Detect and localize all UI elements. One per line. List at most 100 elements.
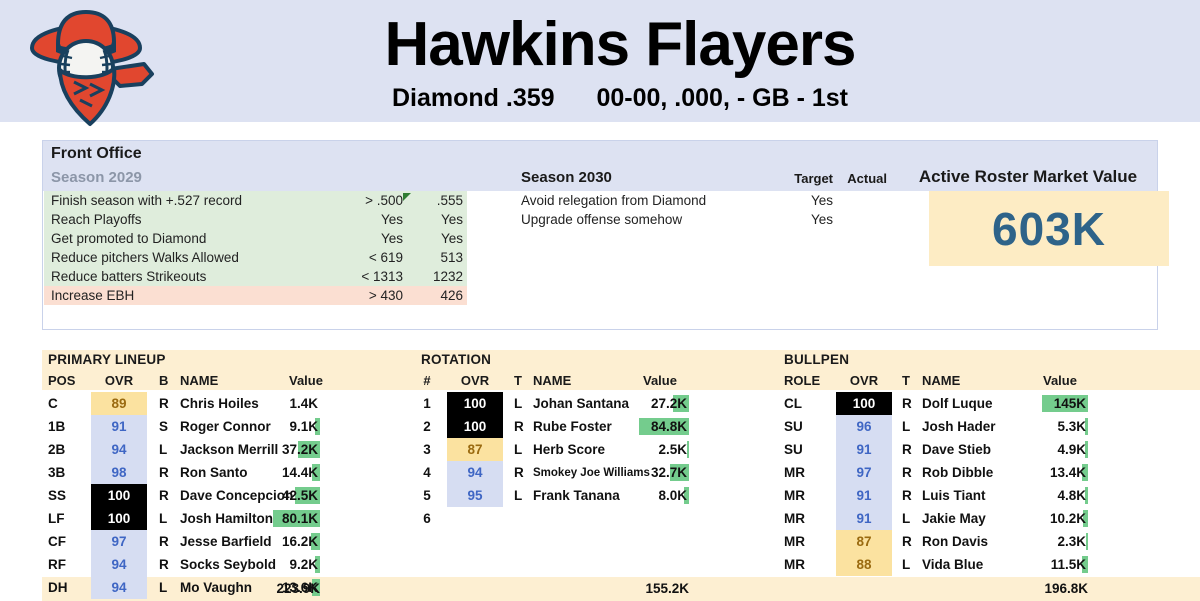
market-value-cell: 16.2K: [254, 530, 320, 553]
goal-label: Avoid relegation from Diamond: [521, 193, 707, 208]
market-value-cell: 10.2K: [1022, 507, 1088, 530]
handedness: L: [159, 442, 168, 457]
bullpen-role: CL: [784, 396, 802, 411]
market-value-amount: 603K: [992, 202, 1106, 255]
bullpen-role: MR: [784, 534, 805, 549]
value-text: 27.2K: [650, 396, 687, 411]
goal-label: Reach Playoffs: [51, 212, 142, 227]
overall-rating-badge: 95: [447, 484, 503, 507]
handedness: L: [159, 511, 168, 526]
handedness: L: [159, 580, 168, 595]
market-value-cell: 27.2K: [623, 392, 689, 415]
handedness: L: [902, 557, 911, 572]
market-value-cell: 84.8K: [623, 415, 689, 438]
season-2030-label: Season 2030: [521, 169, 612, 186]
overall-rating-badge: 88: [836, 553, 892, 576]
player-name[interactable]: Herb Score: [533, 442, 605, 457]
player-name[interactable]: Ron Santo: [180, 465, 248, 480]
rotation-slot: 6: [423, 511, 431, 526]
rotation-header-name: NAME: [533, 373, 572, 388]
overall-rating-badge: 91: [836, 438, 892, 461]
handedness: R: [159, 488, 169, 503]
overall-rating-badge: 96: [836, 415, 892, 438]
handedness: L: [902, 419, 911, 434]
handedness: R: [902, 488, 912, 503]
overall-rating-badge: 87: [836, 530, 892, 553]
value-text: 84.8K: [650, 419, 687, 434]
bullpen-role: SU: [784, 442, 803, 457]
market-value-cell: 4.8K: [1022, 484, 1088, 507]
player-position: DH: [48, 580, 68, 595]
goal-row: Finish season with +.527 record > .500 .55…: [44, 191, 467, 210]
goal-target: Yes: [810, 212, 833, 227]
team-header: Hawkins Flayers Diamond .359 00-00, .000…: [0, 0, 1200, 126]
player-name[interactable]: Ron Davis: [922, 534, 988, 549]
player-name[interactable]: Luis Tiant: [922, 488, 986, 503]
front-office-title: Front Office: [51, 145, 142, 162]
player-name[interactable]: Dolf Luque: [922, 396, 993, 411]
player-name[interactable]: Josh Hader: [922, 419, 996, 434]
lineup-header-ovr: OVR: [104, 373, 134, 388]
bullpen-role: MR: [784, 511, 805, 526]
handedness: R: [902, 465, 912, 480]
goal-label: Reduce pitchers Walks Allowed: [51, 250, 239, 265]
overall-rating-badge: [447, 507, 503, 530]
handedness: R: [159, 465, 169, 480]
bullpen-total: 196.8K: [1044, 581, 1088, 596]
rotation-slot: 4: [423, 465, 431, 480]
overall-rating-badge: 100: [91, 484, 147, 507]
goal-target: > .500: [365, 193, 403, 208]
rotation-header-throws: T: [514, 373, 522, 388]
goal-target: > 430: [368, 288, 403, 303]
overall-rating-badge: 89: [91, 392, 147, 415]
lineup-total: 223.9K: [276, 581, 320, 596]
player-name[interactable]: Dave Stieb: [922, 442, 991, 457]
handedness: R: [514, 465, 524, 480]
overall-rating-badge: 94: [447, 461, 503, 484]
value-text: 42.5K: [281, 488, 318, 503]
overall-rating-badge: 91: [91, 415, 147, 438]
market-value-cell: 37.2K: [254, 438, 320, 461]
market-value-cell: 2.5K: [623, 438, 689, 461]
handedness: R: [902, 442, 912, 457]
overall-rating-badge: 94: [91, 553, 147, 576]
value-text: 16.2K: [281, 534, 318, 549]
value-text: 9.1K: [289, 419, 318, 434]
overall-rating-badge: 97: [836, 461, 892, 484]
market-value-cell: 14.4K: [254, 461, 320, 484]
season-2029-label: Season 2029: [51, 169, 142, 186]
goal-actual: 513: [440, 250, 463, 265]
rotation-header-num: #: [423, 373, 431, 388]
bullpen-role: MR: [784, 488, 805, 503]
player-position: 3B: [48, 465, 66, 480]
lineup-header-bats: B: [159, 373, 169, 388]
handedness: R: [902, 534, 912, 549]
player-name[interactable]: Frank Tanana: [533, 488, 620, 503]
bullpen-header-name: NAME: [922, 373, 961, 388]
market-value-cell: 4.9K: [1022, 438, 1088, 461]
market-value-cell: 32.7K: [623, 461, 689, 484]
market-value-cell: 42.5K: [254, 484, 320, 507]
overall-rating-badge: 100: [836, 392, 892, 415]
overall-rating-badge: 87: [447, 438, 503, 461]
player-name[interactable]: Jakie May: [922, 511, 986, 526]
player-name[interactable]: Rob Dibble: [922, 465, 993, 480]
value-text: 32.7K: [650, 465, 687, 480]
lineup-header-name: NAME: [180, 373, 219, 388]
goal-target: < 1313: [361, 269, 403, 284]
goal-row: Reach Playoffs Yes Yes: [44, 210, 467, 229]
rotation-slot: 1: [423, 396, 431, 411]
player-position: RF: [48, 557, 66, 572]
value-text: 13.4K: [1049, 465, 1086, 480]
team-name: Hawkins Flayers: [384, 10, 857, 79]
player-position: CF: [48, 534, 66, 549]
value-text: 2.5K: [658, 442, 687, 457]
player-name[interactable]: Rube Foster: [533, 419, 612, 434]
goal-actual: 1232: [432, 269, 463, 284]
bullpen-header-ovr: OVR: [849, 373, 879, 388]
player-name[interactable]: Chris Hoiles: [180, 396, 259, 411]
goal-row: Upgrade offense somehow Yes: [521, 210, 891, 229]
player-name[interactable]: Vida Blue: [922, 557, 983, 572]
player-name[interactable]: Johan Santana: [533, 396, 629, 411]
column-header-target: Target: [794, 171, 833, 186]
